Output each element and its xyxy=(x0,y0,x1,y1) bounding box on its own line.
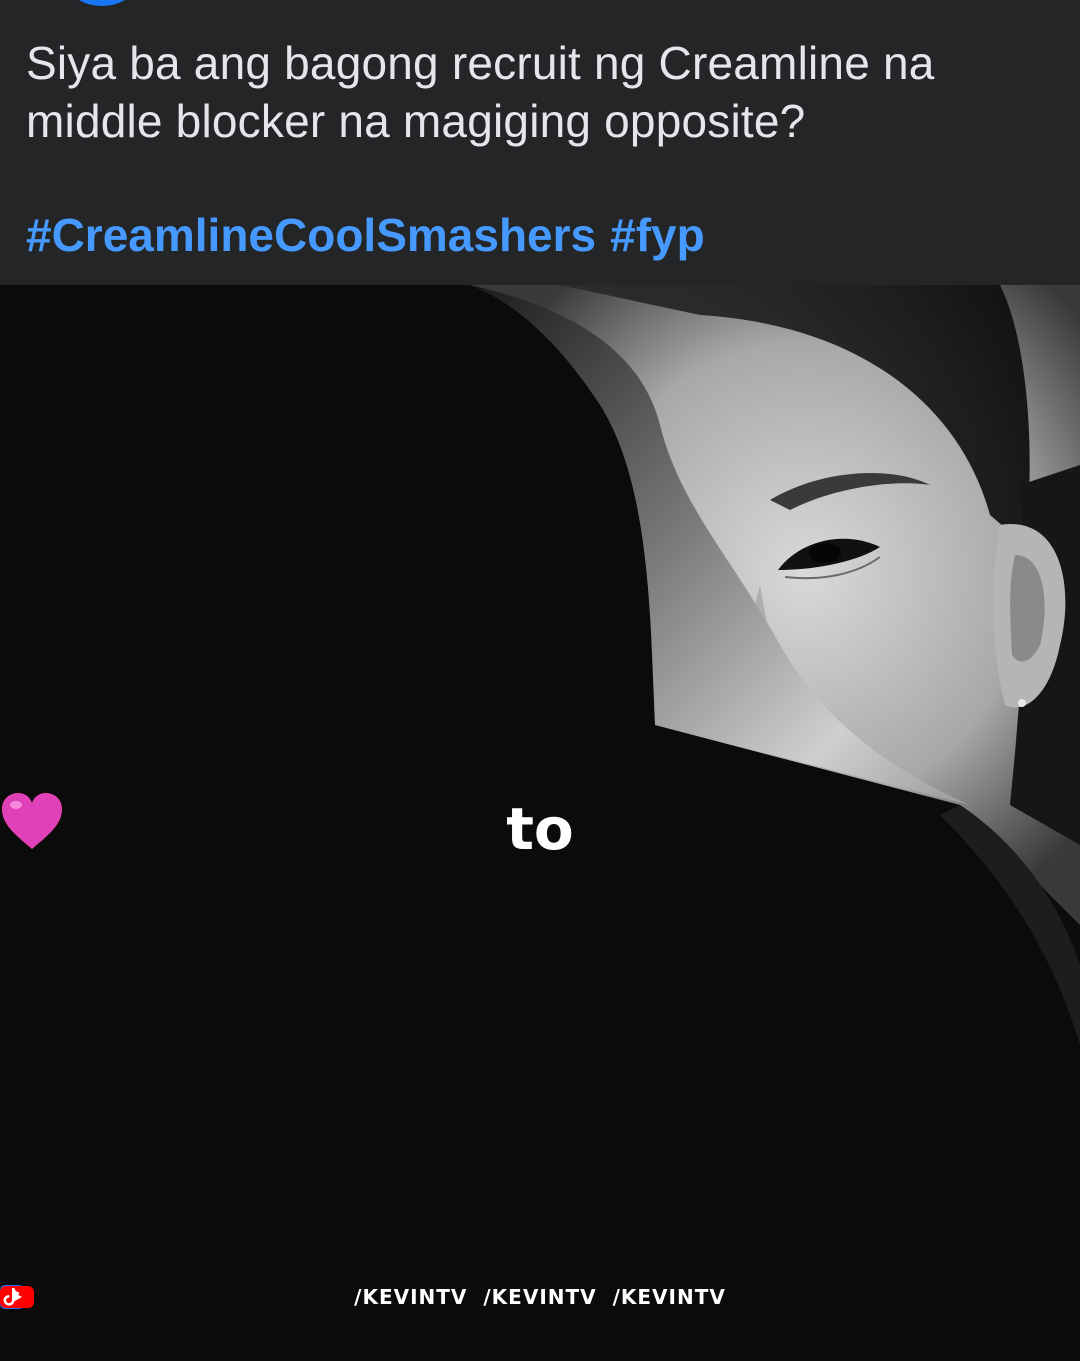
post-media-image[interactable]: to /KEVINTV /KEVINTV /KEVINTV xyxy=(0,285,1080,1361)
watermark-handle: /KEVINTV xyxy=(354,1285,468,1309)
overlay-word: to xyxy=(506,794,574,863)
watermark-tiktok: /KEVINTV xyxy=(3,1285,726,1309)
watermark-facebook: /KEVINTV xyxy=(0,1285,468,1309)
tiktok-icon xyxy=(3,1288,19,1306)
post-hashtags: #CreamlineCoolSmashers #fyp xyxy=(26,206,719,264)
watermark-youtube: /KEVINTV xyxy=(0,1285,597,1309)
hashtag-link[interactable]: #fyp xyxy=(610,209,705,261)
page-avatar[interactable] xyxy=(70,0,134,6)
post-header: Siya ba ang bagong recruit ng Creamline … xyxy=(0,0,1080,285)
watermark-handle: /KEVINTV xyxy=(612,1285,726,1309)
pink-heart-icon xyxy=(2,793,62,849)
overlay-caption: to xyxy=(0,790,1080,864)
watermark-credits: /KEVINTV /KEVINTV /KEVINTV xyxy=(0,1285,1080,1309)
hashtag-link[interactable]: #CreamlineCoolSmashers xyxy=(26,209,596,261)
watermark-handle: /KEVINTV xyxy=(483,1285,597,1309)
post-caption: Siya ba ang bagong recruit ng Creamline … xyxy=(26,37,935,147)
